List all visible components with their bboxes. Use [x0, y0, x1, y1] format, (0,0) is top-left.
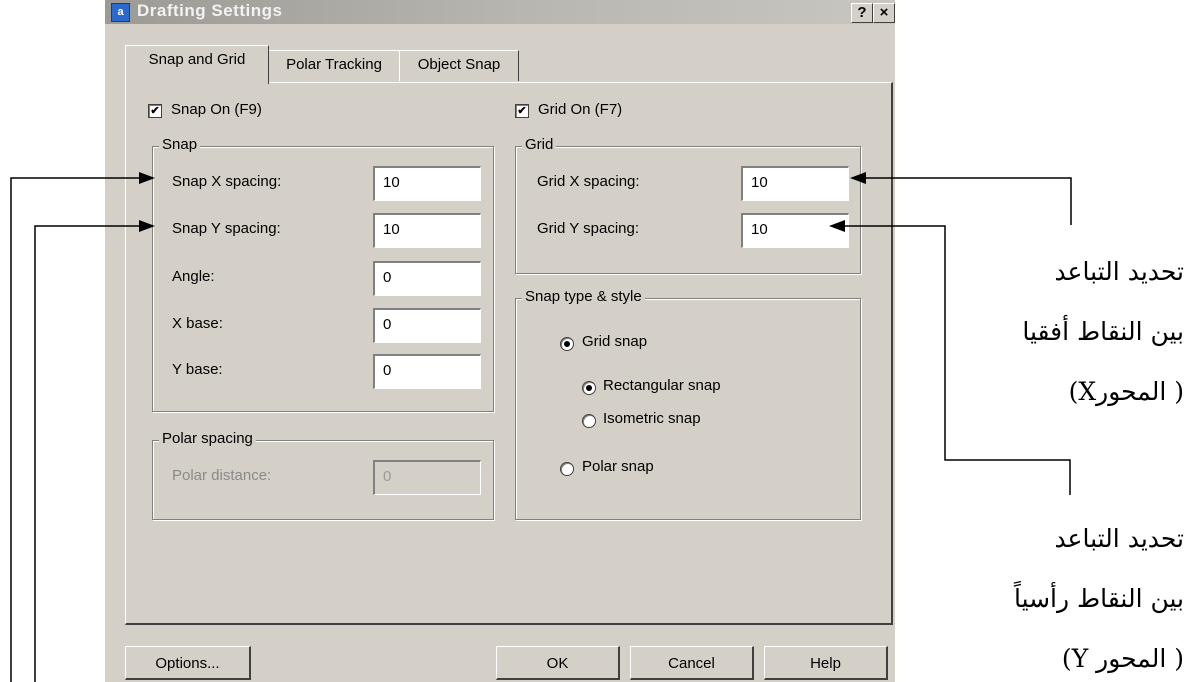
grid-y-connector-line [843, 225, 1071, 495]
grid-x-connector-line [862, 177, 1072, 225]
snap-x-connector-line [10, 177, 143, 682]
arrow-head-snap-x [139, 172, 155, 184]
arrow-head-grid-y [829, 220, 845, 232]
annotation-arrows [10, 172, 1072, 682]
arrow-head-snap-y [139, 220, 155, 232]
arrow-head-grid-x [850, 172, 866, 184]
snap-y-connector-line [34, 225, 143, 682]
